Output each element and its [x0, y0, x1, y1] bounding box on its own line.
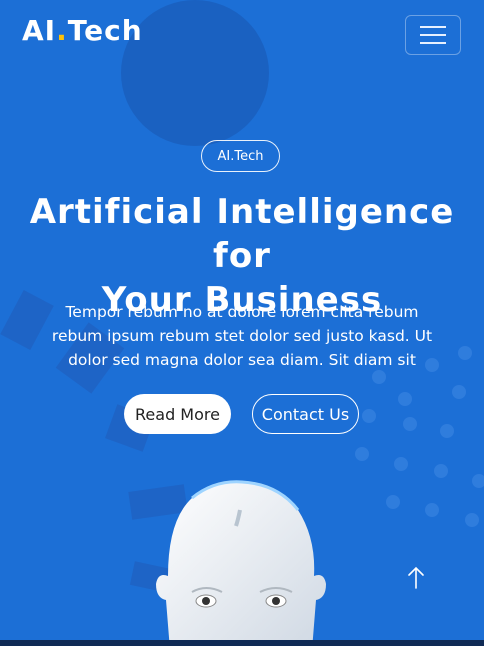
hero-description: Tempor rebum no at dolore lorem clita re… — [51, 303, 433, 369]
brand-logo[interactable]: AI.Tech — [22, 14, 143, 47]
hero-badge: AI.Tech — [201, 140, 280, 172]
read-more-button[interactable]: Read More — [124, 394, 231, 434]
contact-us-button[interactable]: Contact Us — [252, 394, 359, 434]
bottom-edge — [0, 640, 484, 646]
brand-dot: . — [56, 14, 68, 47]
brand-name-part1: AI — [22, 14, 57, 47]
decorative-circle — [121, 0, 269, 146]
hero-title-line1: Artificial Intelligence for — [29, 192, 455, 276]
hero-section: AI.Tech AI.Tech Artificial Intelligence … — [0, 0, 484, 646]
robot-head-icon — [156, 480, 326, 646]
arrow-up-icon[interactable] — [404, 564, 428, 592]
hamburger-menu-icon[interactable] — [405, 15, 461, 55]
brand-name-part2: Tech — [67, 14, 143, 47]
